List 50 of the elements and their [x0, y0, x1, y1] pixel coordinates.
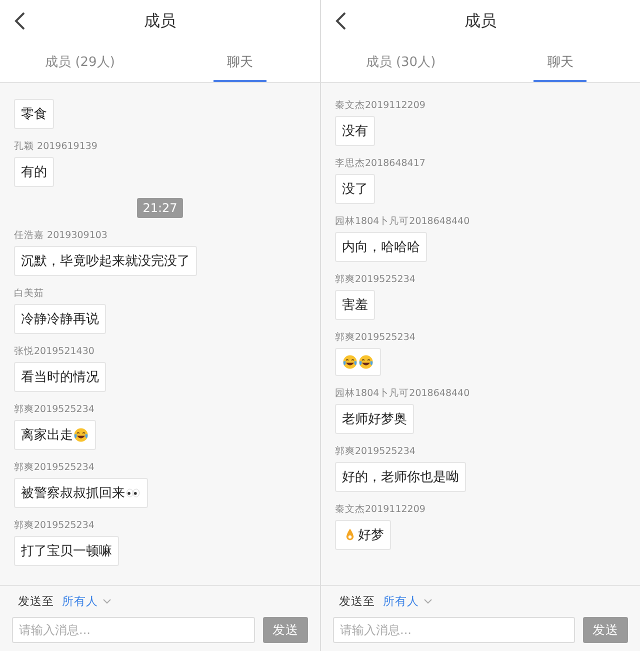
message-bubble: 没了 [335, 174, 375, 204]
message-bubble: 零食 [14, 99, 54, 129]
message-bubble: 内向，哈哈哈 [335, 232, 427, 262]
sender-name: 郭爽2019525234 [335, 273, 416, 286]
message-bubble: 老师好梦奥 [335, 404, 414, 434]
message-bubble: 有的 [14, 157, 54, 187]
sender-name: 孔颖 2019619139 [14, 140, 98, 153]
caret-icon [424, 599, 432, 604]
sender-name: 郭爽2019525234 [335, 445, 416, 458]
back-icon[interactable] [14, 11, 26, 31]
tab[interactable]: 聊天 [480, 42, 640, 82]
sender-name: 秦文杰2019112209 [335, 503, 426, 516]
recipient-dropdown[interactable]: 所有人 [62, 594, 111, 609]
message-input[interactable]: 请输入消息... [333, 617, 575, 643]
message-bubble: 好梦 [335, 520, 391, 550]
tab[interactable]: 聊天 [160, 42, 320, 82]
sender-name: 秦文杰2019112209 [335, 99, 426, 112]
message-bubble: 没有 [335, 116, 375, 146]
laughing-face-icon [342, 354, 358, 370]
message-input[interactable]: 请输入消息... [12, 617, 255, 643]
screen-title: 成员 [464, 10, 496, 32]
sender-name: 郭爽2019525234 [14, 519, 94, 532]
sender-name: 张悦2019521430 [14, 345, 94, 358]
sender-name: 郭爽2019525234 [14, 461, 94, 474]
message-bubble: 冷静冷静再说 [14, 304, 106, 334]
message-bubble: 看当时的情况 [14, 362, 106, 392]
message-bubble: 打了宝贝一顿嘛 [14, 536, 119, 566]
sender-name: 园林1804卜凡可2018648440 [335, 387, 470, 400]
send-to-label: 发送至 [339, 594, 375, 609]
message-bubble: 害羞 [335, 290, 375, 320]
laughing-face-icon [73, 427, 89, 443]
laughing-face-icon [358, 354, 374, 370]
caret-icon [103, 599, 111, 604]
message-bubble: 被警察叔叔抓回来 [14, 478, 148, 508]
sender-name: 郭爽2019525234 [335, 331, 416, 344]
message-bubble: 好的，老师你也是呦 [335, 462, 466, 492]
sender-name: 李思杰2018648417 [335, 157, 426, 170]
sender-name: 郭爽2019525234 [14, 403, 94, 416]
message-bubble: 沉默，毕竟吵起来就没完没了 [14, 246, 197, 276]
back-icon[interactable] [335, 11, 347, 31]
timestamp: 21:27 [136, 198, 184, 218]
screen-title: 成员 [144, 10, 176, 32]
recipient-dropdown[interactable]: 所有人 [383, 594, 432, 609]
message-bubble: 离家出走 [14, 420, 96, 450]
tab[interactable]: 成员 (29人) [0, 42, 160, 82]
send-to-label: 发送至 [18, 594, 54, 609]
sender-name: 白美茹 [14, 287, 44, 300]
tab[interactable]: 成员 (30人) [321, 42, 480, 82]
sender-name: 园林1804卜凡可2018648440 [335, 215, 470, 228]
sender-name: 任浩嘉 2019309103 [14, 229, 108, 242]
